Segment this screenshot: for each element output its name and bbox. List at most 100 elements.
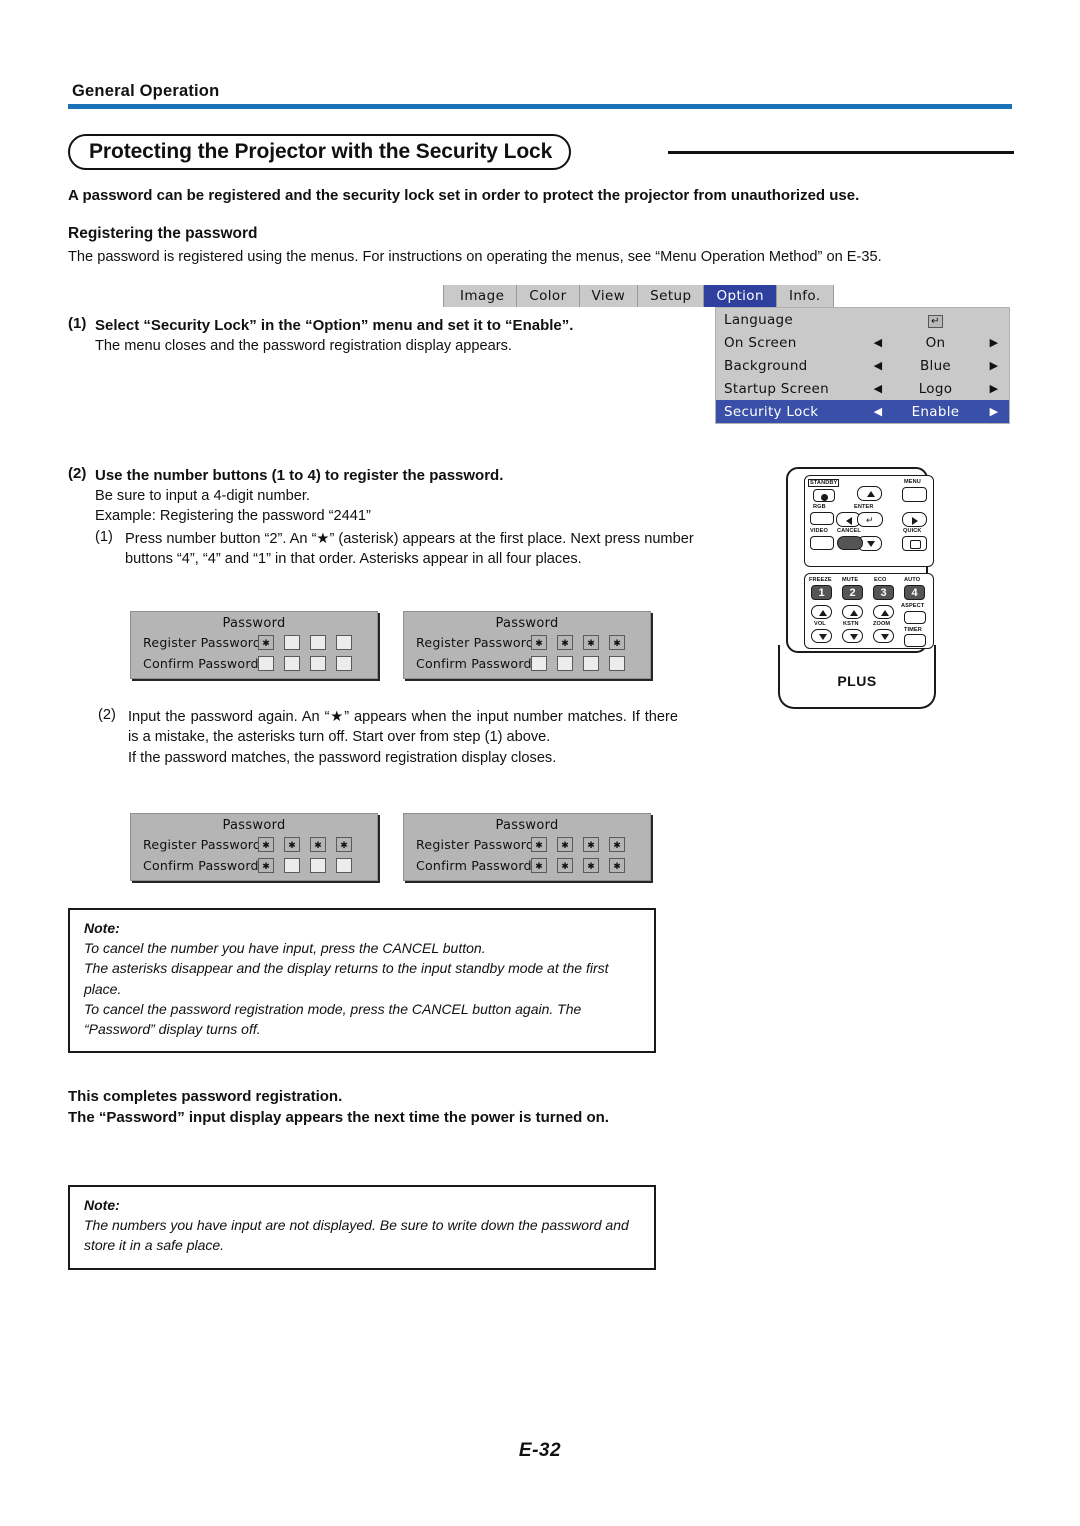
step-1-bold: Select “Security Lock” in the “Option” m… bbox=[95, 317, 574, 334]
video-label: VIDEO bbox=[810, 528, 828, 534]
osd-tab-info[interactable]: Info. bbox=[776, 285, 834, 307]
osd-tab-option[interactable]: Option bbox=[704, 285, 777, 307]
remote-brand-label: PLUS bbox=[837, 673, 877, 689]
volume-up-button[interactable] bbox=[811, 605, 832, 619]
enter-return-icon: ↵ bbox=[866, 515, 874, 525]
osd-row-security-lock-label: Security Lock bbox=[724, 403, 819, 420]
register-cell-2: ✱ bbox=[557, 634, 573, 650]
arrow-up-icon bbox=[866, 491, 875, 497]
kstn-label: KSTN bbox=[843, 621, 859, 627]
timer-button[interactable] bbox=[904, 634, 926, 647]
osd-right-arrow-icon[interactable]: ▶ bbox=[979, 359, 1009, 372]
step-2-substep-1: (1) Press number button “2”. An “★” (ast… bbox=[95, 529, 708, 570]
osd-left-arrow-icon[interactable]: ◀ bbox=[864, 405, 892, 418]
osd-row-security-lock-value: Enable bbox=[911, 403, 960, 420]
timer-label: TIMER bbox=[904, 627, 922, 633]
arrow-right-button[interactable] bbox=[902, 512, 927, 527]
remote-lower-keypad: FREEZE MUTE ECO AUTO 1 2 3 4 VOL KSTN ZO… bbox=[804, 573, 934, 649]
osd-right-arrow-icon[interactable]: ▶ bbox=[979, 405, 1009, 418]
osd-row-startup-screen[interactable]: Startup Screen ◀ Logo ▶ bbox=[716, 377, 1009, 400]
menu-button[interactable] bbox=[902, 487, 927, 502]
register-password-row: Register Password ✱ ✱ ✱ ✱ bbox=[131, 834, 377, 854]
osd-tab-setup[interactable]: Setup bbox=[638, 285, 705, 307]
password-dialog-2: Password Register Password ✱ ✱ ✱ ✱ Confi… bbox=[403, 611, 651, 679]
standby-button[interactable] bbox=[813, 489, 835, 502]
osd-right-arrow-icon[interactable]: ▶ bbox=[979, 336, 1009, 349]
arrow-down-icon bbox=[880, 633, 889, 640]
osd-left-arrow-icon[interactable]: ◀ bbox=[864, 382, 892, 395]
substep-2-extra: If the password matches, the password re… bbox=[128, 749, 557, 766]
osd-tab-color[interactable]: Color bbox=[517, 285, 580, 307]
number-button-4[interactable]: 4 bbox=[904, 585, 925, 600]
register-cell-2: ✱ bbox=[557, 836, 573, 852]
mute-label: MUTE bbox=[842, 577, 859, 583]
number-3-glyph: 3 bbox=[880, 587, 887, 599]
arrow-down-icon bbox=[866, 541, 875, 547]
confirm-password-label: Confirm Password bbox=[416, 857, 532, 873]
osd-row-language[interactable]: Language ↵ bbox=[716, 308, 1009, 331]
cancel-button[interactable] bbox=[837, 536, 863, 550]
page-number: E-32 bbox=[518, 1440, 562, 1461]
keystone-up-button[interactable] bbox=[842, 605, 863, 619]
osd-row-on-screen[interactable]: On Screen ◀ On ▶ bbox=[716, 331, 1009, 354]
number-2-glyph: 2 bbox=[849, 587, 856, 599]
confirm-password-label: Confirm Password bbox=[143, 857, 259, 873]
register-cell-1: ✱ bbox=[258, 836, 274, 852]
note-box-2: Note: The numbers you have input are not… bbox=[68, 1185, 656, 1270]
arrow-up-icon bbox=[818, 609, 827, 616]
enter-button[interactable]: ↵ bbox=[857, 512, 883, 527]
rgb-button[interactable] bbox=[810, 512, 834, 525]
number-4-glyph: 4 bbox=[911, 587, 918, 599]
osd-tab-image[interactable]: Image bbox=[443, 285, 518, 307]
zoom-down-button[interactable] bbox=[873, 629, 894, 643]
osd-row-language-label: Language bbox=[724, 311, 794, 328]
confirm-cell-1 bbox=[258, 655, 274, 671]
osd-tab-view[interactable]: View bbox=[579, 285, 639, 307]
register-password-label: Register Password bbox=[143, 634, 262, 650]
number-button-1[interactable]: 1 bbox=[811, 585, 832, 600]
rgb-label: RGB bbox=[813, 504, 826, 510]
osd-option-panel: Language ↵ On Screen ◀ On ▶ Background ◀… bbox=[715, 307, 1010, 424]
confirm-cell-2 bbox=[284, 857, 300, 873]
note-2-title: Note: bbox=[84, 1197, 120, 1213]
closing-line-1: This completes password registration. bbox=[68, 1088, 343, 1105]
register-cell-4 bbox=[336, 634, 352, 650]
confirm-cell-3 bbox=[583, 655, 599, 671]
register-password-row: Register Password ✱ bbox=[131, 632, 377, 652]
number-button-3[interactable]: 3 bbox=[873, 585, 894, 600]
note-1-line-1: To cancel the number you have input, pre… bbox=[84, 940, 486, 956]
remote-control-illustration: STANDBY RGB VIDEO ENTER ↵ CANCEL MENU QU… bbox=[776, 467, 938, 710]
volume-down-button[interactable] bbox=[811, 629, 832, 643]
step-2-substep-2: (2) Input the password again. An “★” app… bbox=[98, 705, 678, 768]
password-dialog-title: Password bbox=[222, 616, 286, 631]
password-dialog-1: Password Register Password ✱ Confirm Pas… bbox=[130, 611, 378, 679]
arrow-right-icon bbox=[912, 516, 918, 525]
video-button[interactable] bbox=[810, 536, 834, 550]
quick-button[interactable] bbox=[902, 536, 927, 551]
register-cell-4: ✱ bbox=[609, 836, 625, 852]
keystone-down-button[interactable] bbox=[842, 629, 863, 643]
osd-right-arrow-icon[interactable]: ▶ bbox=[979, 382, 1009, 395]
osd-row-language-value: ↵ bbox=[892, 312, 979, 328]
quick-screen-icon bbox=[910, 539, 921, 549]
confirm-password-row: Confirm Password ✱ bbox=[131, 855, 377, 875]
zoom-up-button[interactable] bbox=[873, 605, 894, 619]
arrow-up-button[interactable] bbox=[857, 486, 882, 501]
step-1: (1) Select “Security Lock” in the “Optio… bbox=[68, 315, 668, 356]
confirm-cell-4 bbox=[336, 655, 352, 671]
register-cell-3 bbox=[310, 634, 326, 650]
password-dialog-3: Password Register Password ✱ ✱ ✱ ✱ Confi… bbox=[130, 813, 378, 881]
aspect-button[interactable] bbox=[904, 611, 926, 624]
osd-left-arrow-icon[interactable]: ◀ bbox=[864, 336, 892, 349]
osd-row-background[interactable]: Background ◀ Blue ▶ bbox=[716, 354, 1009, 377]
osd-tab-bar: Image Color View Setup Option Info. bbox=[443, 285, 1010, 307]
confirm-cell-3: ✱ bbox=[583, 857, 599, 873]
section-title-pill: Protecting the Projector with the Securi… bbox=[68, 134, 572, 170]
number-button-2[interactable]: 2 bbox=[842, 585, 863, 600]
osd-left-arrow-icon[interactable]: ◀ bbox=[864, 359, 892, 372]
password-dialog-title: Password bbox=[495, 818, 559, 833]
step-2-number: (2) bbox=[68, 465, 87, 482]
osd-row-security-lock[interactable]: Security Lock ◀ Enable ▶ bbox=[716, 400, 1009, 423]
register-cell-3: ✱ bbox=[310, 836, 326, 852]
register-cell-2 bbox=[284, 634, 300, 650]
